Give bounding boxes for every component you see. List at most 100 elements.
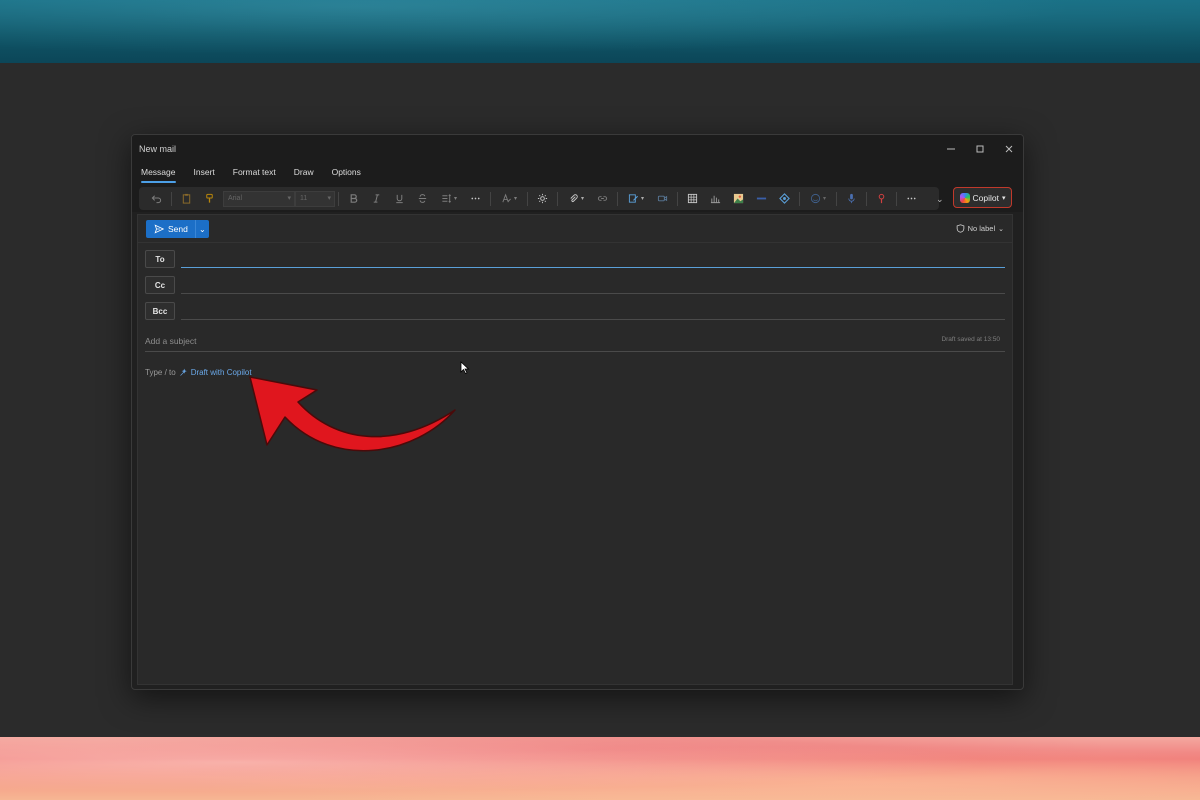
maximize-button[interactable] <box>965 135 994 163</box>
signature-button[interactable]: ▾ <box>621 190 651 208</box>
underline-icon <box>396 194 403 204</box>
divider <box>677 191 678 206</box>
chevron-down-icon: ▾ <box>327 194 331 202</box>
draft-with-copilot-link[interactable]: Draft with Copilot <box>191 368 252 377</box>
clipboard-icon <box>182 193 191 204</box>
sensitivity-button[interactable] <box>870 190 893 208</box>
divider <box>338 191 339 206</box>
chevron-down-icon: ▾ <box>580 196 584 202</box>
paste-button[interactable] <box>175 190 198 208</box>
to-input[interactable] <box>181 267 1005 268</box>
copilot-sparkle-icon <box>179 368 187 376</box>
divider <box>490 191 491 206</box>
insert-link-button[interactable] <box>591 190 614 208</box>
more-icon <box>907 197 916 200</box>
desktop-wallpaper-top <box>0 0 1200 63</box>
minimize-button[interactable] <box>936 135 965 163</box>
bcc-button[interactable]: Bcc <box>145 302 175 320</box>
font-size-select[interactable]: 11 ▾ <box>295 190 335 207</box>
chevron-down-icon: ▾ <box>1001 194 1006 202</box>
bcc-row: Bcc <box>138 298 1012 324</box>
close-button[interactable] <box>994 135 1023 163</box>
font-name-value: Arial <box>228 194 243 202</box>
copilot-label: Copilot <box>972 192 999 203</box>
undo-icon <box>151 195 162 204</box>
line-spacing-button[interactable]: ▾ <box>434 190 464 208</box>
font-name-select[interactable]: Arial ▾ <box>223 190 295 207</box>
dictate-icon <box>848 193 855 204</box>
more-commands-button[interactable] <box>900 190 923 208</box>
minimize-icon <box>946 148 955 150</box>
sensitivity-label-text: No label <box>967 224 996 233</box>
tab-message[interactable]: Message <box>141 163 185 185</box>
brightness-icon <box>537 193 548 204</box>
signature-icon <box>628 194 638 203</box>
table-icon <box>687 193 698 204</box>
tab-format-text[interactable]: Format text <box>233 163 285 185</box>
image-icon <box>733 193 744 204</box>
cc-button[interactable]: Cc <box>145 276 175 294</box>
bcc-input[interactable] <box>181 319 1005 320</box>
teams-meeting-button[interactable] <box>651 190 674 208</box>
ribbon-commands: Arial ▾ 11 ▾ ▾ ▾ ▾ ▾ ▾ <box>139 187 939 210</box>
more-icon <box>471 197 480 200</box>
ribbon-expand-chevron-icon[interactable]: ⌄ <box>936 194 944 205</box>
insert-chart-button[interactable] <box>704 190 727 208</box>
divider <box>896 191 897 206</box>
insert-picture-button[interactable] <box>727 190 750 208</box>
divider <box>527 191 528 206</box>
chevron-down-icon: ▾ <box>640 196 644 202</box>
title-bar: New mail <box>132 135 1023 163</box>
send-button[interactable]: Send <box>146 220 195 238</box>
loop-icon <box>779 193 790 204</box>
message-body[interactable]: Type / to Draft with Copilot <box>145 368 252 377</box>
more-formatting-button[interactable] <box>464 190 487 208</box>
cc-input[interactable] <box>181 293 1005 294</box>
strikethrough-icon <box>418 194 427 203</box>
tab-insert[interactable]: Insert <box>194 163 224 185</box>
format-painter-button[interactable] <box>198 190 221 208</box>
underline-button[interactable] <box>388 190 411 208</box>
spacing-icon <box>442 194 451 203</box>
divider <box>617 191 618 206</box>
insert-table-button[interactable] <box>681 190 704 208</box>
emoji-icon <box>810 193 821 204</box>
dictate-button[interactable] <box>840 190 863 208</box>
desktop-wallpaper-bottom <box>0 737 1200 800</box>
attach-file-button[interactable]: ▾ <box>561 190 591 208</box>
divider <box>799 191 800 206</box>
sensitivity-label-button[interactable]: No label ⌄ <box>956 224 1004 233</box>
styles-button[interactable]: ▾ <box>494 190 524 208</box>
subject-input[interactable]: Add a subject <box>145 336 197 346</box>
italic-icon <box>373 194 380 203</box>
subject-underline <box>145 351 1005 352</box>
divider <box>557 191 558 206</box>
horizontal-line-button[interactable] <box>750 190 773 208</box>
ribbon-tabs: Message Insert Format text Draw Options <box>132 163 1023 185</box>
bold-icon <box>350 194 358 203</box>
send-icon <box>154 224 164 234</box>
chart-icon <box>710 195 721 204</box>
undo-button[interactable] <box>145 190 168 208</box>
tab-draw[interactable]: Draw <box>294 163 323 185</box>
strikethrough-button[interactable] <box>411 190 434 208</box>
divider <box>836 191 837 206</box>
chevron-down-icon: ▾ <box>513 196 517 202</box>
send-options-button[interactable]: ⌄ <box>194 220 209 238</box>
to-button[interactable]: To <box>145 250 175 268</box>
italic-button[interactable] <box>365 190 388 208</box>
tab-options[interactable]: Options <box>332 163 370 185</box>
immersive-reader-button[interactable] <box>531 190 554 208</box>
chevron-down-icon: ▾ <box>822 196 826 202</box>
bold-button[interactable] <box>342 190 365 208</box>
chevron-down-icon: ⌄ <box>199 224 206 234</box>
draft-status: Draft saved at 13:50 <box>941 336 1000 343</box>
attach-icon <box>570 194 578 202</box>
shield-icon <box>956 224 964 233</box>
loop-component-button[interactable] <box>773 190 796 208</box>
copilot-button[interactable]: Copilot ▾ <box>953 187 1012 208</box>
send-split-button: Send ⌄ <box>146 220 209 238</box>
emoji-button[interactable]: ▾ <box>803 190 833 208</box>
sensitivity-icon <box>878 193 885 204</box>
divider <box>171 191 172 206</box>
